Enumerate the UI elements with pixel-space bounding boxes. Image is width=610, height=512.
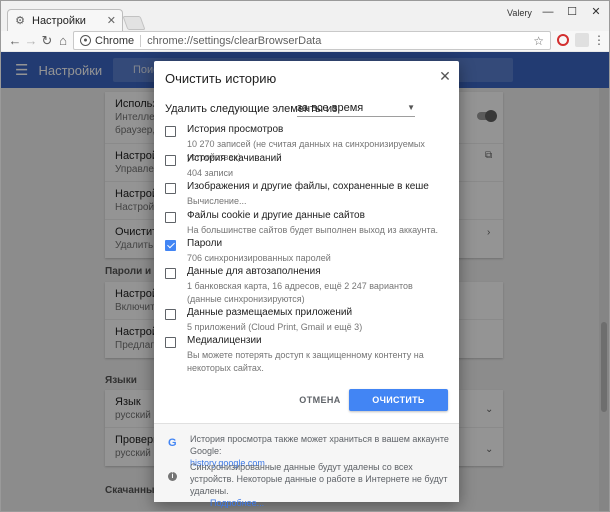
opera-extension-icon[interactable] <box>557 34 569 46</box>
item-description: На большинстве сайтов будет выполнен вых… <box>187 225 438 235</box>
checkbox-item-download-history[interactable]: История скачиваний 404 записи <box>165 153 450 179</box>
extension-icon[interactable] <box>575 33 589 47</box>
checkbox-item-browsing-history[interactable]: История просмотров 10 270 записей (не сч… <box>165 124 450 162</box>
google-icon: G <box>168 437 177 449</box>
clear-history-button[interactable]: ОЧИСТИТЬ ИСТОРИЮ <box>349 389 448 427</box>
minimize-icon[interactable]: — <box>537 5 559 19</box>
browser-toolbar: ← → ↻ ⌂ ● Chrome chrome://settings/clear… <box>1 31 609 51</box>
checkbox[interactable] <box>165 155 176 166</box>
close-icon[interactable]: ✕ <box>438 68 452 85</box>
sync-note: Синхронизированные данные будут удалены … <box>190 461 452 509</box>
google-note-text: История просмотра также может храниться … <box>190 434 449 456</box>
dialog-title: Очистить историю <box>165 71 277 86</box>
home-icon[interactable]: ⌂ <box>55 33 71 49</box>
chrome-icon: ● <box>80 35 91 46</box>
checkbox-item-cache[interactable]: Изображения и другие файлы, сохраненные … <box>165 181 450 207</box>
item-title: Пароли <box>187 238 223 249</box>
cancel-button[interactable]: ОТМЕНА <box>295 390 345 410</box>
checkbox-checked[interactable] <box>165 240 176 251</box>
checkbox[interactable] <box>165 126 176 137</box>
star-icon[interactable]: ☆ <box>533 34 544 48</box>
new-tab-button[interactable] <box>122 16 146 30</box>
url-text[interactable]: chrome://settings/clearBrowserData <box>147 35 533 47</box>
checkbox-item-cookies[interactable]: Файлы cookie и другие данные сайтов На б… <box>165 210 450 236</box>
tab-title: Настройки <box>32 14 86 27</box>
close-icon[interactable]: ✕ <box>107 14 116 27</box>
checkbox[interactable] <box>165 337 176 348</box>
browser-window: ⚙ Настройки ✕ Valery — ☐ ✕ ← → ↻ ⌂ ● Chr… <box>0 0 610 512</box>
checkbox-item-media-licenses[interactable]: Медиалицензии Вы можете потерять доступ … <box>165 335 450 375</box>
time-range-select[interactable]: за все время ▼ <box>297 99 415 117</box>
checkbox-item-autofill[interactable]: Данные для автозаполнения 1 банковская к… <box>165 266 450 306</box>
maximize-icon[interactable]: ☐ <box>561 5 583 19</box>
info-icon: i <box>168 472 177 481</box>
item-description: Вычисление... <box>187 196 247 206</box>
item-description: Вы можете потерять доступ к защищенному … <box>187 350 424 373</box>
item-title: История скачиваний <box>187 153 282 164</box>
item-description: 1 банковская карта, 16 адресов, ещё 2 24… <box>187 281 413 304</box>
dialog-footer: G История просмотра также может хранитьс… <box>154 423 459 508</box>
checkbox[interactable] <box>165 183 176 194</box>
title-bar: ⚙ Настройки ✕ Valery — ☐ ✕ <box>1 1 609 31</box>
forward-arrow-icon[interactable]: → <box>23 33 39 49</box>
back-arrow-icon[interactable]: ← <box>7 33 23 49</box>
item-description: 706 синхронизированных паролей <box>187 253 331 263</box>
checkbox-item-passwords[interactable]: Пароли 706 синхронизированных паролей <box>165 238 450 264</box>
checkbox[interactable] <box>165 268 176 279</box>
gear-icon: ⚙ <box>15 15 25 27</box>
reload-icon[interactable]: ↻ <box>39 33 55 49</box>
sync-note-text: Синхронизированные данные будут удалены … <box>190 462 448 496</box>
tab-settings[interactable]: ⚙ Настройки ✕ <box>7 9 123 31</box>
dropdown-arrow-icon: ▼ <box>407 103 415 112</box>
checkbox[interactable] <box>165 309 176 320</box>
time-range-value: за все время <box>297 101 364 114</box>
item-description: 5 приложений (Cloud Print, Gmail и ещё 3… <box>187 322 363 332</box>
checkbox-item-hosted-apps[interactable]: Данные размещаемых приложений 5 приложен… <box>165 307 450 333</box>
item-title: Медиалицензии <box>187 335 262 346</box>
clear-history-dialog: Очистить историю ✕ Удалить следующие эле… <box>154 61 459 508</box>
window-close-icon[interactable]: ✕ <box>585 5 607 19</box>
item-title: Файлы cookie и другие данные сайтов <box>187 210 365 221</box>
item-description: 404 записи <box>187 168 234 178</box>
item-title: Данные размещаемых приложений <box>187 307 353 318</box>
menu-dots-icon[interactable]: ⋮ <box>593 33 605 47</box>
address-bar[interactable]: ● Chrome chrome://settings/clearBrowserD… <box>73 31 551 50</box>
profile-name[interactable]: Valery <box>507 8 532 18</box>
learn-more-link[interactable]: Подробнее... <box>210 498 264 508</box>
item-title: История просмотров <box>187 124 284 135</box>
item-title: Данные для автозаполнения <box>187 266 321 277</box>
item-title: Изображения и другие файлы, сохраненные … <box>187 181 429 192</box>
checkbox[interactable] <box>165 212 176 223</box>
omnibox-chip: Chrome <box>95 34 142 47</box>
